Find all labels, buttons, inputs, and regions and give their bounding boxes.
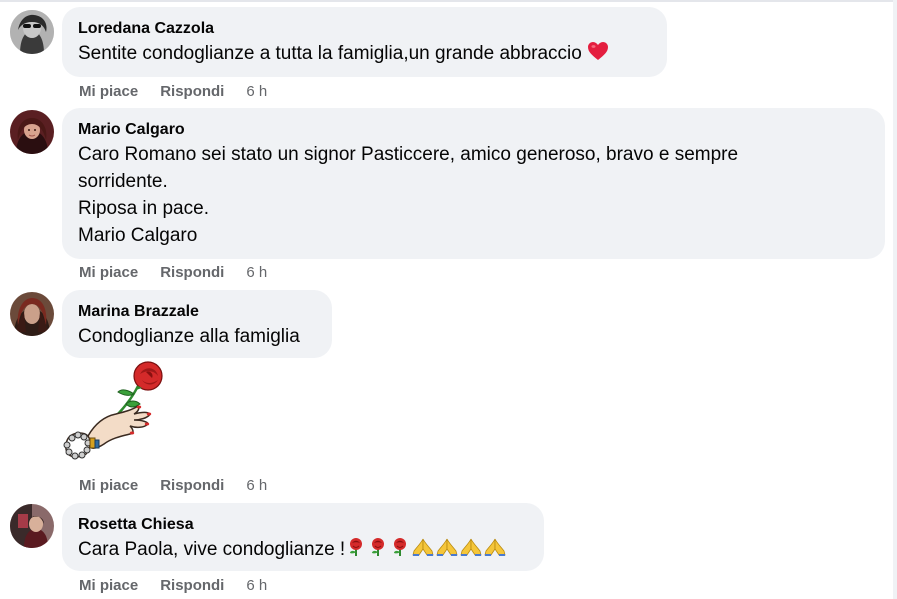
comment-actions: Mi piace Rispondi 6 h: [79, 263, 267, 283]
avatar[interactable]: [10, 10, 54, 54]
rose-emoji-icon: [389, 537, 411, 565]
like-button[interactable]: Mi piace: [79, 82, 138, 102]
comment-bubble: Loredana Cazzola Sentite condoglianze a …: [62, 7, 667, 77]
like-button[interactable]: Mi piace: [79, 263, 138, 283]
comment-text: Cara Paola, vive condoglianze !: [78, 536, 528, 565]
comment-text: Caro Romano sei stato un signor Pasticce…: [78, 141, 869, 249]
avatar[interactable]: [10, 292, 54, 336]
comment-timestamp[interactable]: 6 h: [246, 263, 267, 283]
reply-button[interactable]: Rispondi: [160, 576, 224, 596]
comment-text-line: Mario Calgaro: [78, 225, 198, 246]
comment-author[interactable]: Marina Brazzale: [78, 301, 316, 323]
folded-hands-emoji-icon: [459, 537, 483, 565]
reply-button[interactable]: Rispondi: [160, 476, 224, 496]
comment-bubble: Rosetta Chiesa Cara Paola, vive condogli…: [62, 503, 544, 571]
comment-text-line: Condoglianze alla famiglia: [78, 326, 300, 347]
folded-hands-emoji-icon: [435, 537, 459, 565]
avatar[interactable]: [10, 504, 54, 548]
folded-hands-emoji-icon: [483, 537, 507, 565]
comment-author[interactable]: Rosetta Chiesa: [78, 514, 528, 536]
like-button[interactable]: Mi piace: [79, 476, 138, 496]
comment-actions: Mi piace Rispondi 6 h: [79, 82, 267, 102]
comment-bubble: Mario Calgaro Caro Romano sei stato un s…: [62, 108, 885, 259]
comment-text-line: sorridente.: [78, 171, 168, 192]
comment-text-line: Riposa in pace.: [78, 198, 209, 219]
scrollbar[interactable]: [893, 0, 897, 599]
like-button[interactable]: Mi piace: [79, 576, 138, 596]
comment-text: Sentite condoglianze a tutta la famiglia…: [78, 40, 651, 69]
avatar[interactable]: [10, 110, 54, 154]
folded-hands-emoji-icon: [411, 537, 435, 565]
heart-emoji-icon: [587, 41, 609, 69]
comment-actions: Mi piace Rispondi 6 h: [79, 476, 267, 496]
comment-text: Condoglianze alla famiglia: [78, 323, 316, 350]
comment-author[interactable]: Loredana Cazzola: [78, 18, 651, 40]
top-divider: [0, 0, 897, 2]
comment-actions: Mi piace Rispondi 6 h: [79, 576, 267, 596]
rose-emoji-icon: [367, 537, 389, 565]
comment-text-line: Sentite condoglianze a tutta la famiglia…: [78, 43, 582, 64]
hand-holding-rose-sticker[interactable]: [62, 358, 170, 468]
comment-timestamp[interactable]: 6 h: [246, 82, 267, 102]
reply-button[interactable]: Rispondi: [160, 82, 224, 102]
comment-text-line: Cara Paola, vive condoglianze !: [78, 539, 346, 560]
comment-timestamp[interactable]: 6 h: [246, 576, 267, 596]
reply-button[interactable]: Rispondi: [160, 263, 224, 283]
rose-emoji-icon: [345, 537, 367, 565]
comment-bubble: Marina Brazzale Condoglianze alla famigl…: [62, 290, 332, 358]
comment-author[interactable]: Mario Calgaro: [78, 119, 869, 141]
comment-timestamp[interactable]: 6 h: [246, 476, 267, 496]
comment-text-line: Caro Romano sei stato un signor Pasticce…: [78, 144, 739, 165]
